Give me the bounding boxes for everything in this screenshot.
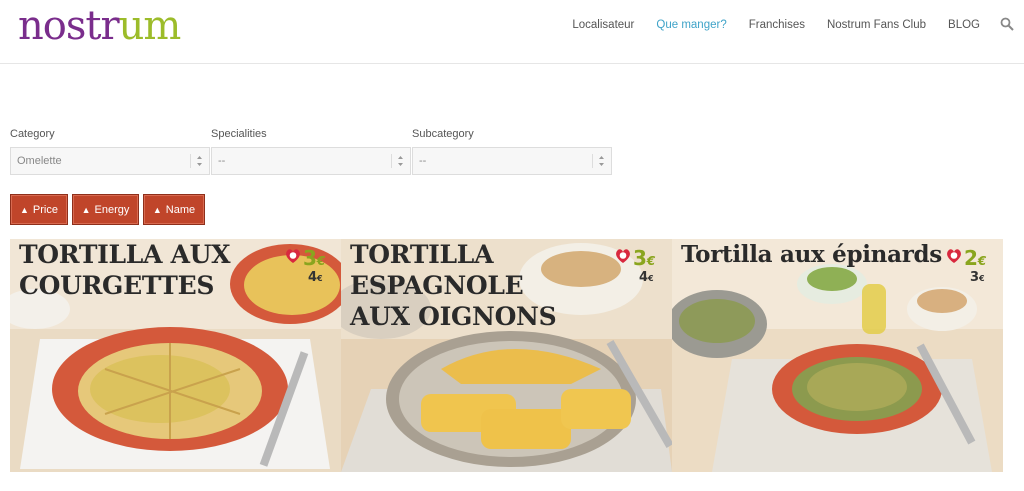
price-main-currency: € [646,254,656,268]
product-card[interactable]: TORTILLA AUX COURGETTES 3€ 4€ [10,239,341,472]
logo-part-2: um [118,3,182,49]
price-main-currency: € [977,254,987,268]
price-main-value: 2 [964,246,978,270]
price-main-value: 3 [303,246,317,270]
product-name: Tortilla aux épinards [681,241,942,268]
category-select[interactable]: Omelette [10,147,210,175]
select-divider [592,154,593,168]
sort-energy-label: Energy [94,203,130,216]
select-arrows-icon [599,156,604,166]
price-alt-currency: € [317,274,323,283]
nav-item-blog[interactable]: BLOG [948,17,980,33]
product-name: TORTILLA ESPAGNOLE AUX OIGNONS [350,240,557,331]
heart-badge-icon [947,249,961,263]
product-card[interactable]: Tortilla aux épinards 2€ 3€ [672,239,1003,472]
subcategory-select[interactable]: -- [412,147,612,175]
select-arrows-icon [398,156,403,166]
triangle-up-icon: ▲ [81,204,91,215]
sort-name-button[interactable]: ▲ Name [143,194,205,225]
heart-badge-icon [616,249,630,263]
price-alt-value: 3 [970,270,980,285]
select-divider [391,154,392,168]
specialities-select[interactable]: -- [211,147,411,175]
specialities-select-value: -- [218,155,226,167]
filter-subcategory-label: Subcategory [412,128,474,140]
logo-part-1: nostr [18,3,120,49]
price-main-value: 3 [633,246,647,270]
filter-specialities-label: Specialities [211,128,267,140]
price-alt-value: 4 [639,270,649,285]
nav-item-franchises[interactable]: Franchises [749,17,805,33]
sort-name-label: Name [165,203,196,216]
sort-price-button[interactable]: ▲ Price [10,194,68,225]
price-main: 3€ [303,248,325,271]
brand-logo[interactable]: nostrum [18,2,182,50]
select-divider [190,154,191,168]
filter-category-label: Category [10,128,55,140]
nav-item-fans-club[interactable]: Nostrum Fans Club [827,17,926,33]
price-alt-value: 4 [308,270,318,285]
price-alt: 4€ [308,270,323,285]
triangle-up-icon: ▲ [20,204,29,215]
price-main: 3€ [633,248,655,271]
product-name: TORTILLA AUX COURGETTES [19,240,231,300]
nav-item-localisateur[interactable]: Localisateur [572,17,634,33]
site-header: nostrum Localisateur Que manger? Franchi… [0,0,1024,64]
sort-price-label: Price [32,203,58,216]
filter-specialities: Specialities -- [211,128,411,175]
filter-category: Category Omelette [10,128,210,175]
subcategory-select-value: -- [419,155,427,167]
price-alt: 4€ [639,270,654,285]
price-main-currency: € [316,254,326,268]
nav-item-que-manger[interactable]: Que manger? [656,17,726,33]
triangle-up-icon: ▲ [152,204,162,215]
category-select-value: Omelette [17,155,62,167]
main-nav: Localisateur Que manger? Franchises Nost… [550,17,980,33]
select-arrows-icon [197,156,202,166]
price-alt-currency: € [979,274,985,283]
heart-badge-icon [286,249,300,263]
sort-energy-button[interactable]: ▲ Energy [72,194,139,225]
price-alt: 3€ [970,270,985,285]
product-card[interactable]: TORTILLA ESPAGNOLE AUX OIGNONS 3€ 4€ [341,239,672,472]
magnifier-icon[interactable] [1000,17,1014,31]
product-image [672,239,1003,472]
price-main: 2€ [964,248,986,271]
filter-subcategory: Subcategory -- [412,128,612,175]
price-alt-currency: € [648,274,654,283]
